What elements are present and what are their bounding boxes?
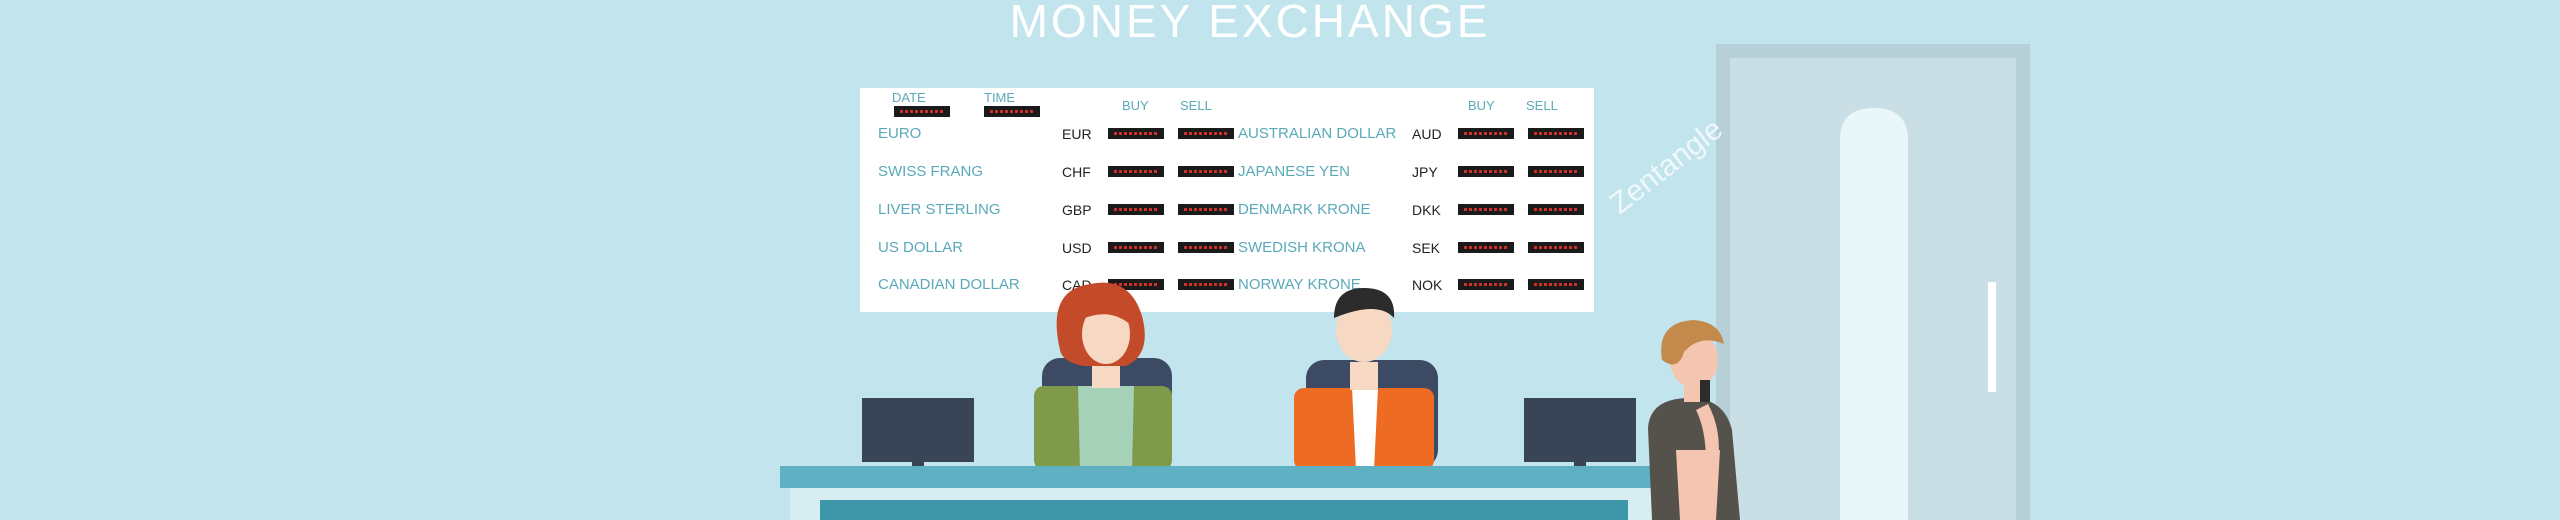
female-teller [1034, 282, 1172, 470]
counter [780, 466, 1668, 520]
door [1716, 44, 2030, 520]
scene-illustration [780, 44, 2030, 520]
male-teller [1294, 288, 1438, 470]
money-exchange-scene: MONEY EXCHANGE DATE TIME BUY SELL BUY SE… [0, 0, 2560, 520]
